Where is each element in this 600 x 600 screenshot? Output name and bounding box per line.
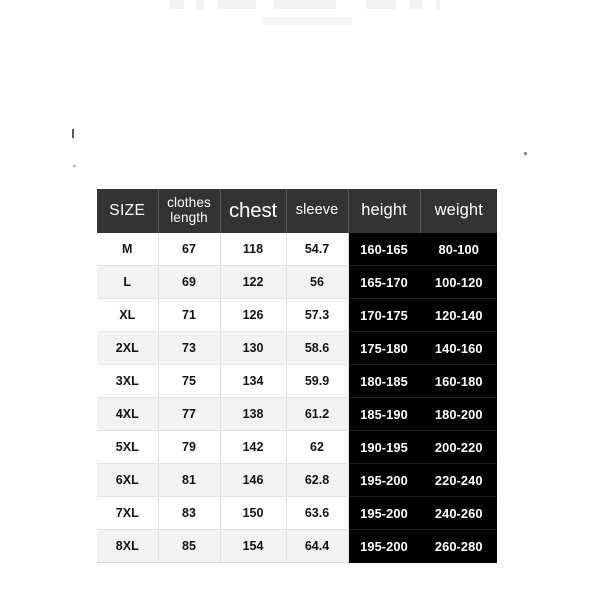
table-row: 3XL 75 134 59.9 180-185 160-180	[97, 364, 497, 398]
cell-clothes-length: 75	[158, 364, 221, 398]
cell-weight: 220-240	[420, 463, 497, 497]
photo-speck-lower	[73, 165, 76, 167]
cell-height: 165-170	[348, 265, 421, 299]
photo-speck-left	[72, 129, 74, 138]
cell-weight: 200-220	[420, 430, 497, 464]
cell-chest: 122	[220, 265, 287, 299]
cell-size: 5XL	[97, 430, 159, 464]
table-row: 4XL 77 138 61.2 185-190 180-200	[97, 397, 497, 431]
cell-clothes-length: 77	[158, 397, 221, 431]
cell-clothes-length: 73	[158, 331, 221, 365]
cell-height: 185-190	[348, 397, 421, 431]
cell-clothes-length: 83	[158, 496, 221, 530]
header-chest-line1: chest	[229, 198, 277, 222]
cell-size: L	[97, 265, 159, 299]
faint-top-banner	[170, 0, 440, 9]
cell-size: M	[97, 233, 159, 266]
cell-weight: 80-100	[420, 233, 497, 266]
cell-clothes-length: 69	[158, 265, 221, 299]
product-photo-area	[0, 0, 600, 186]
cell-clothes-length: 79	[158, 430, 221, 464]
table-row: M 67 118 54.7 160-165 80-100	[97, 233, 497, 266]
cell-height: 170-175	[348, 298, 421, 332]
cell-chest: 126	[220, 298, 287, 332]
photo-speck-right	[524, 152, 527, 155]
cell-clothes-length: 67	[158, 233, 221, 266]
cell-sleeve: 62.8	[286, 463, 349, 497]
cell-chest: 154	[220, 529, 287, 563]
header-weight-line1: weight	[434, 201, 483, 220]
header-length-line2: length	[170, 210, 208, 225]
cell-height: 190-195	[348, 430, 421, 464]
cell-sleeve: 58.6	[286, 331, 349, 365]
cell-chest: 146	[220, 463, 287, 497]
size-chart-table: SIZE clothes length chest sleeve height …	[97, 189, 497, 563]
cell-weight: 140-160	[420, 331, 497, 365]
cell-height: 180-185	[348, 364, 421, 398]
cell-height: 195-200	[348, 496, 421, 530]
column-header-sleeve: sleeve	[286, 189, 349, 233]
table-body: M 67 118 54.7 160-165 80-100 L 69 122 56 165-170 10…	[97, 233, 497, 563]
column-header-height: height	[348, 189, 421, 233]
size-chart: SIZE clothes length chest sleeve height …	[97, 189, 497, 563]
table-row: XL 71 126 57.3 170-175 120-140	[97, 298, 497, 332]
cell-weight: 240-260	[420, 496, 497, 530]
cell-size: 4XL	[97, 397, 159, 431]
cell-chest: 118	[220, 233, 287, 266]
column-header-size: SIZE	[97, 189, 159, 233]
column-header-clothes-length: clothes length	[158, 189, 221, 233]
table-row: 2XL 73 130 58.6 175-180 140-160	[97, 331, 497, 365]
table-row: L 69 122 56 165-170 100-120	[97, 265, 497, 299]
cell-clothes-length: 71	[158, 298, 221, 332]
cell-height: 160-165	[348, 233, 421, 266]
header-height-line1: height	[361, 201, 407, 220]
cell-sleeve: 59.9	[286, 364, 349, 398]
cell-clothes-length: 85	[158, 529, 221, 563]
cell-height: 195-200	[348, 463, 421, 497]
column-header-weight: weight	[420, 189, 497, 233]
cell-height: 195-200	[348, 529, 421, 563]
cell-weight: 120-140	[420, 298, 497, 332]
cell-size: 7XL	[97, 496, 159, 530]
table-row: 6XL 81 146 62.8 195-200 220-240	[97, 463, 497, 497]
cell-chest: 138	[220, 397, 287, 431]
cell-sleeve: 62	[286, 430, 349, 464]
cell-size: XL	[97, 298, 159, 332]
cell-chest: 130	[220, 331, 287, 365]
cell-weight: 100-120	[420, 265, 497, 299]
table-row: 5XL 79 142 62 190-195 200-220	[97, 430, 497, 464]
cell-chest: 142	[220, 430, 287, 464]
cell-sleeve: 57.3	[286, 298, 349, 332]
cell-chest: 134	[220, 364, 287, 398]
header-length-line1: clothes	[167, 195, 211, 211]
cell-clothes-length: 81	[158, 463, 221, 497]
cell-sleeve: 61.2	[286, 397, 349, 431]
cell-sleeve: 64.4	[286, 529, 349, 563]
cell-chest: 150	[220, 496, 287, 530]
header-size-line1: SIZE	[109, 201, 146, 219]
cell-weight: 260-280	[420, 529, 497, 563]
table-row: 7XL 83 150 63.6 195-200 240-260	[97, 496, 497, 530]
cell-weight: 160-180	[420, 364, 497, 398]
header-sleeve-line1: sleeve	[295, 202, 339, 219]
cell-sleeve: 56	[286, 265, 349, 299]
table-header: SIZE clothes length chest sleeve height …	[97, 189, 497, 233]
table-row: 8XL 85 154 64.4 195-200 260-280	[97, 529, 497, 563]
cell-size: 8XL	[97, 529, 159, 563]
cell-size: 6XL	[97, 463, 159, 497]
header-row: SIZE clothes length chest sleeve height …	[97, 189, 497, 233]
faint-watermark	[262, 17, 352, 25]
cell-height: 175-180	[348, 331, 421, 365]
cell-size: 2XL	[97, 331, 159, 365]
cell-sleeve: 63.6	[286, 496, 349, 530]
column-header-chest: chest	[220, 189, 287, 233]
cell-size: 3XL	[97, 364, 159, 398]
cell-weight: 180-200	[420, 397, 497, 431]
cell-sleeve: 54.7	[286, 233, 349, 266]
